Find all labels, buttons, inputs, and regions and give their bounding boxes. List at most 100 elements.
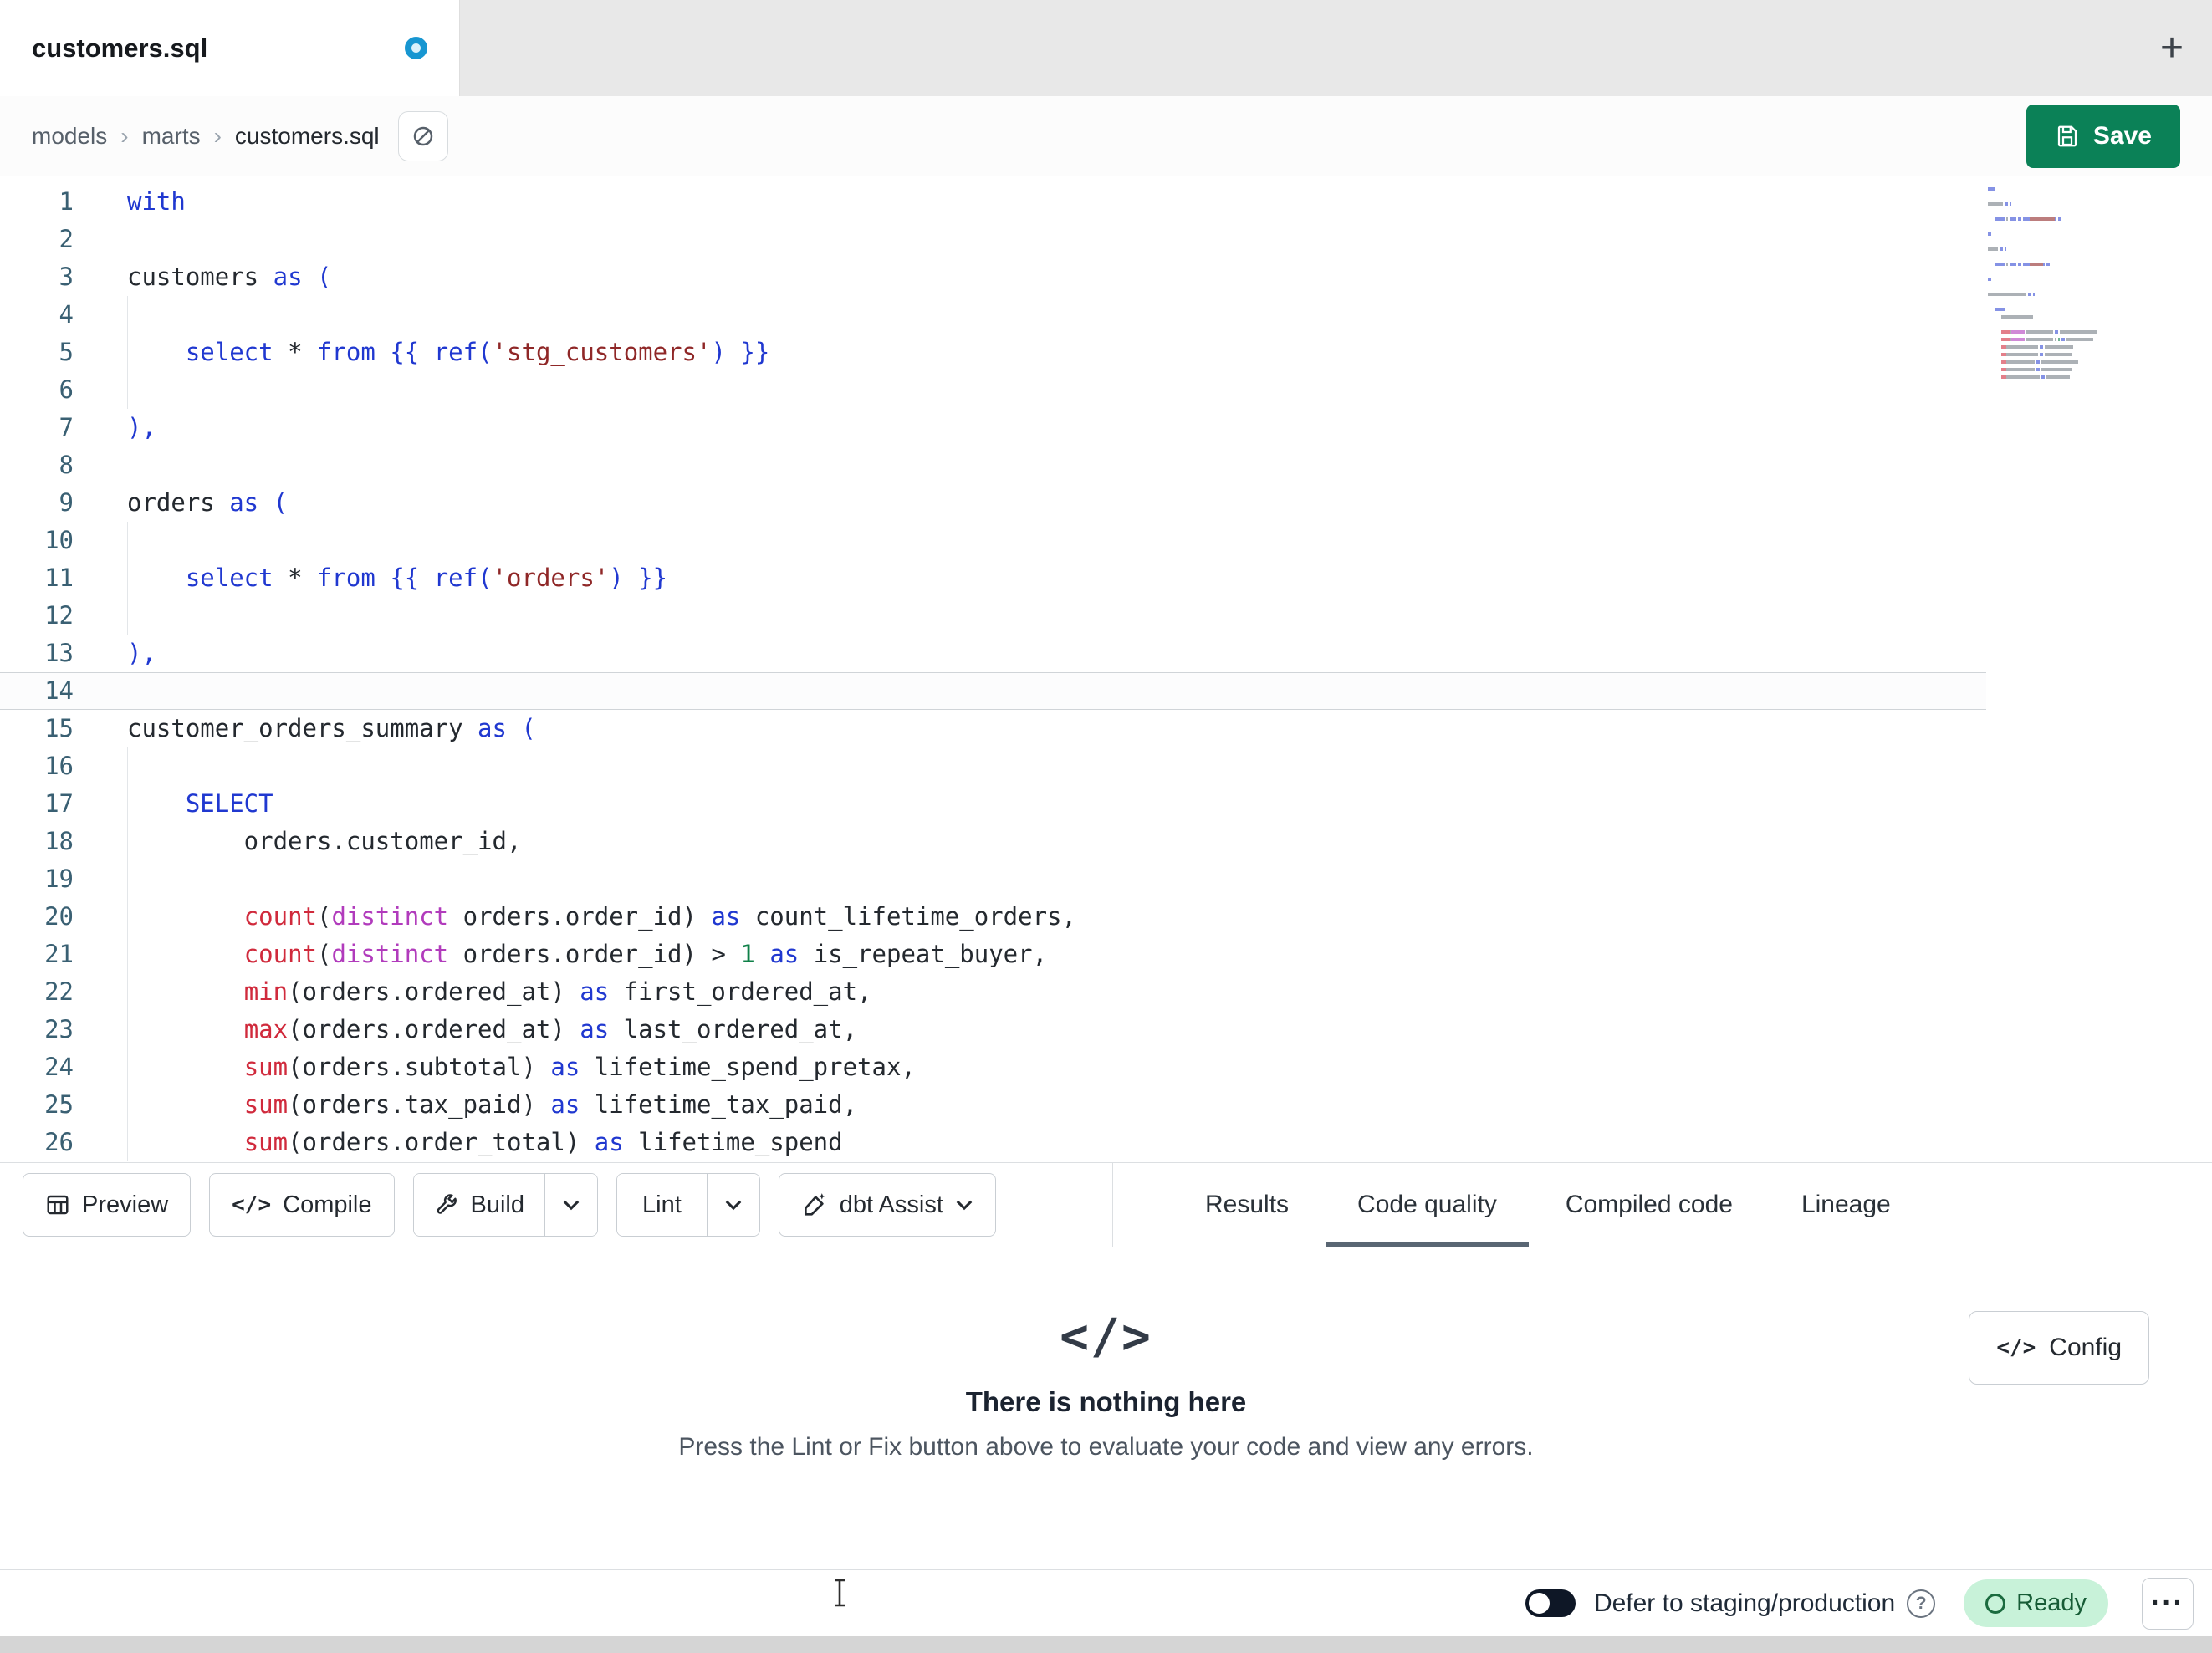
line-number: 21 (44, 940, 74, 968)
code-line[interactable]: 1 with (0, 183, 1986, 221)
breadcrumb-file: customers.sql (234, 122, 380, 149)
chevron-down-icon (956, 1200, 973, 1211)
editor-tab-customers-sql[interactable]: customers.sql (0, 0, 460, 96)
lint-button-label: Lint (642, 1191, 682, 1218)
preview-button[interactable]: Preview (23, 1173, 192, 1237)
code-line[interactable]: 4 (0, 296, 1986, 334)
config-button-label: Config (2049, 1334, 2122, 1361)
dbt-assist-button[interactable]: dbt Assist (778, 1173, 996, 1237)
tab-code-quality[interactable]: Code quality (1326, 1163, 1529, 1247)
lint-button[interactable]: Lint (617, 1174, 707, 1236)
status-bar: Defer to staging/production ? Ready ··· (0, 1569, 2212, 1636)
table-icon (47, 1195, 69, 1215)
code-line[interactable]: 25 sum(orders.tax_paid) as lifetime_tax_… (0, 1086, 1986, 1124)
editor-toolbar: Preview </> Compile Build Lint dbt Assis… (0, 1162, 2212, 1247)
code-text: sum(orders.order_total) as lifetime_spen… (243, 1128, 843, 1156)
compile-button-label: Compile (283, 1191, 372, 1218)
code-line[interactable]: 8 (0, 446, 1986, 484)
code-line[interactable]: 22 min(orders.ordered_at) as first_order… (0, 973, 1986, 1011)
code-text: select * from {{ ref('orders') }} (185, 564, 668, 592)
code-text: ), (127, 639, 156, 667)
code-line[interactable]: 10 (0, 522, 1986, 559)
line-number: 12 (44, 601, 74, 630)
config-button[interactable]: </> Config (1969, 1311, 2149, 1385)
code-line[interactable]: 2 (0, 221, 1986, 258)
minimap[interactable] (1988, 185, 2117, 380)
circle-slash-icon-button[interactable] (397, 110, 448, 161)
empty-state-title: There is nothing here (965, 1386, 1247, 1417)
line-number: 20 (44, 902, 74, 931)
tab-results[interactable]: Results (1173, 1163, 1321, 1247)
build-button-group: Build (412, 1173, 598, 1237)
code-line[interactable]: 13), (0, 635, 1986, 672)
code-text: max(orders.ordered_at) as last_ordered_a… (243, 1015, 858, 1043)
code-text: ), (127, 413, 156, 441)
code-text: customer_orders_summary as ( (127, 714, 536, 742)
code-text: count(distinct orders.order_id) > 1 as i… (243, 940, 1048, 968)
line-number: 26 (44, 1128, 74, 1156)
lint-button-group: Lint (616, 1173, 760, 1237)
tab-compiled-code[interactable]: Compiled code (1534, 1163, 1765, 1247)
overflow-menu-button[interactable]: ··· (2142, 1577, 2194, 1630)
window-bottom-strip (0, 1636, 2212, 1653)
build-dropdown-button[interactable] (544, 1174, 597, 1236)
line-number: 10 (44, 526, 74, 554)
code-line[interactable]: 24 sum(orders.subtotal) as lifetime_spen… (0, 1048, 1986, 1086)
status-ring-icon (1985, 1593, 2006, 1614)
wrench-icon (437, 1194, 457, 1214)
code-line[interactable]: 12 (0, 597, 1986, 635)
tab-lineage[interactable]: Lineage (1770, 1163, 1923, 1247)
line-number: 4 (59, 300, 74, 329)
lint-dropdown-button[interactable] (706, 1174, 759, 1236)
new-tab-button[interactable]: + (2160, 28, 2184, 69)
line-number: 6 (59, 375, 74, 404)
result-tabs: Results Code quality Compiled code Linea… (1113, 1163, 2212, 1247)
code-line[interactable]: 23 max(orders.ordered_at) as last_ordere… (0, 1011, 1986, 1048)
line-number: 17 (44, 789, 74, 818)
code-line[interactable]: 11 select * from {{ ref('orders') }} (0, 559, 1986, 597)
code-text: select * from {{ ref('stg_customers') }} (185, 338, 770, 366)
code-line[interactable]: 6 (0, 371, 1986, 409)
code-line[interactable]: 18 orders.customer_id, (0, 823, 1986, 860)
code-line[interactable]: 5 select * from {{ ref('stg_customers') … (0, 334, 1986, 371)
chevron-down-icon (563, 1200, 580, 1211)
save-floppy-icon (2057, 125, 2077, 146)
code-line[interactable]: 3 customers as ( (0, 258, 1986, 296)
sparkle-pencil-icon (804, 1193, 825, 1216)
breadcrumb: models › marts › customers.sql (32, 123, 380, 150)
code-line[interactable]: 26 sum(orders.order_total) as lifetime_s… (0, 1124, 1986, 1161)
code-icon: </> (1060, 1308, 1152, 1365)
chevron-down-icon (725, 1200, 742, 1211)
code-line[interactable]: 15 customer_orders_summary as ( (0, 710, 1986, 747)
code-editor[interactable]: 1 with 2 3 customers as ( 4 5 select * from {{… (0, 176, 2212, 1162)
line-number: 3 (59, 263, 74, 291)
code-line[interactable]: 20 count(distinct orders.order_id) as co… (0, 898, 1986, 936)
code-text: orders as ( (127, 488, 289, 517)
breadcrumb-separator: › (120, 122, 129, 149)
ready-status-badge[interactable]: Ready (1964, 1579, 2108, 1627)
defer-toggle-knob (1528, 1593, 1550, 1614)
breadcrumb-models[interactable]: models (32, 123, 107, 150)
line-number: 9 (59, 488, 74, 517)
code-line[interactable]: 21 count(distinct orders.order_id) > 1 a… (0, 936, 1986, 973)
code-line[interactable]: 7), (0, 409, 1986, 446)
code-line[interactable]: 16 (0, 747, 1986, 785)
build-button[interactable]: Build (413, 1174, 544, 1236)
code-text: sum(orders.subtotal) as lifetime_spend_p… (243, 1053, 916, 1081)
save-button[interactable]: Save (2026, 104, 2180, 168)
code-line[interactable]: 14 (0, 672, 1986, 710)
code-line[interactable]: 17 SELECT (0, 785, 1986, 823)
save-button-label: Save (2092, 121, 2152, 150)
compile-button[interactable]: </> Compile (209, 1173, 395, 1237)
ready-label: Ready (2016, 1589, 2087, 1616)
dbt-ide-window: customers.sql + models › marts › custome… (0, 0, 2212, 1653)
code-line[interactable]: 9 orders as ( (0, 484, 1986, 522)
defer-toggle[interactable] (1525, 1589, 1576, 1617)
file-header-bar: models › marts › customers.sql Save (0, 96, 2212, 176)
code-line[interactable]: 19 (0, 860, 1986, 898)
editor-tabbar: customers.sql + (0, 0, 2212, 96)
breadcrumb-marts[interactable]: marts (142, 123, 201, 150)
tab-title: customers.sql (32, 33, 208, 63)
build-button-label: Build (470, 1191, 525, 1218)
help-icon[interactable]: ? (1907, 1589, 1936, 1618)
